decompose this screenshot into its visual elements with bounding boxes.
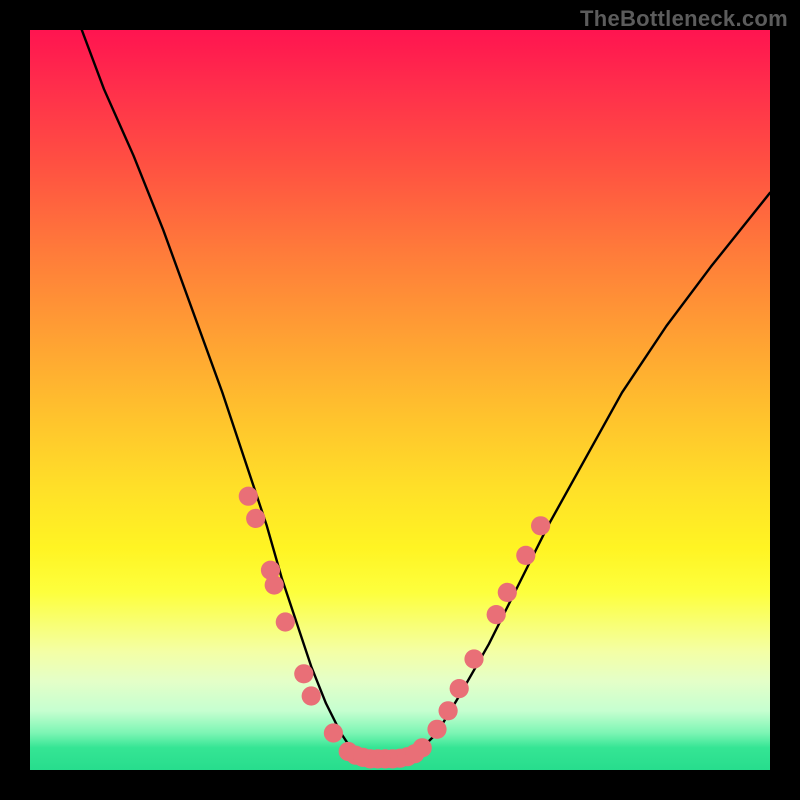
marker-point	[324, 723, 343, 742]
marker-point	[487, 605, 506, 624]
marker-point	[464, 649, 483, 668]
chart-svg	[30, 30, 770, 770]
marker-point	[531, 516, 550, 535]
marker-point	[246, 509, 265, 528]
marker-point	[413, 738, 432, 757]
marker-point	[294, 664, 313, 683]
marker-point	[439, 701, 458, 720]
marker-point	[276, 612, 295, 631]
highlight-markers	[239, 487, 551, 769]
plot-area	[30, 30, 770, 770]
attribution-label: TheBottleneck.com	[580, 6, 788, 32]
marker-point	[265, 575, 284, 594]
marker-point	[516, 546, 535, 565]
marker-point	[427, 720, 446, 739]
bottleneck-curve	[82, 30, 770, 763]
chart-frame: TheBottleneck.com	[0, 0, 800, 800]
marker-point	[239, 487, 258, 506]
marker-point	[302, 686, 321, 705]
marker-point	[498, 583, 517, 602]
marker-point	[450, 679, 469, 698]
